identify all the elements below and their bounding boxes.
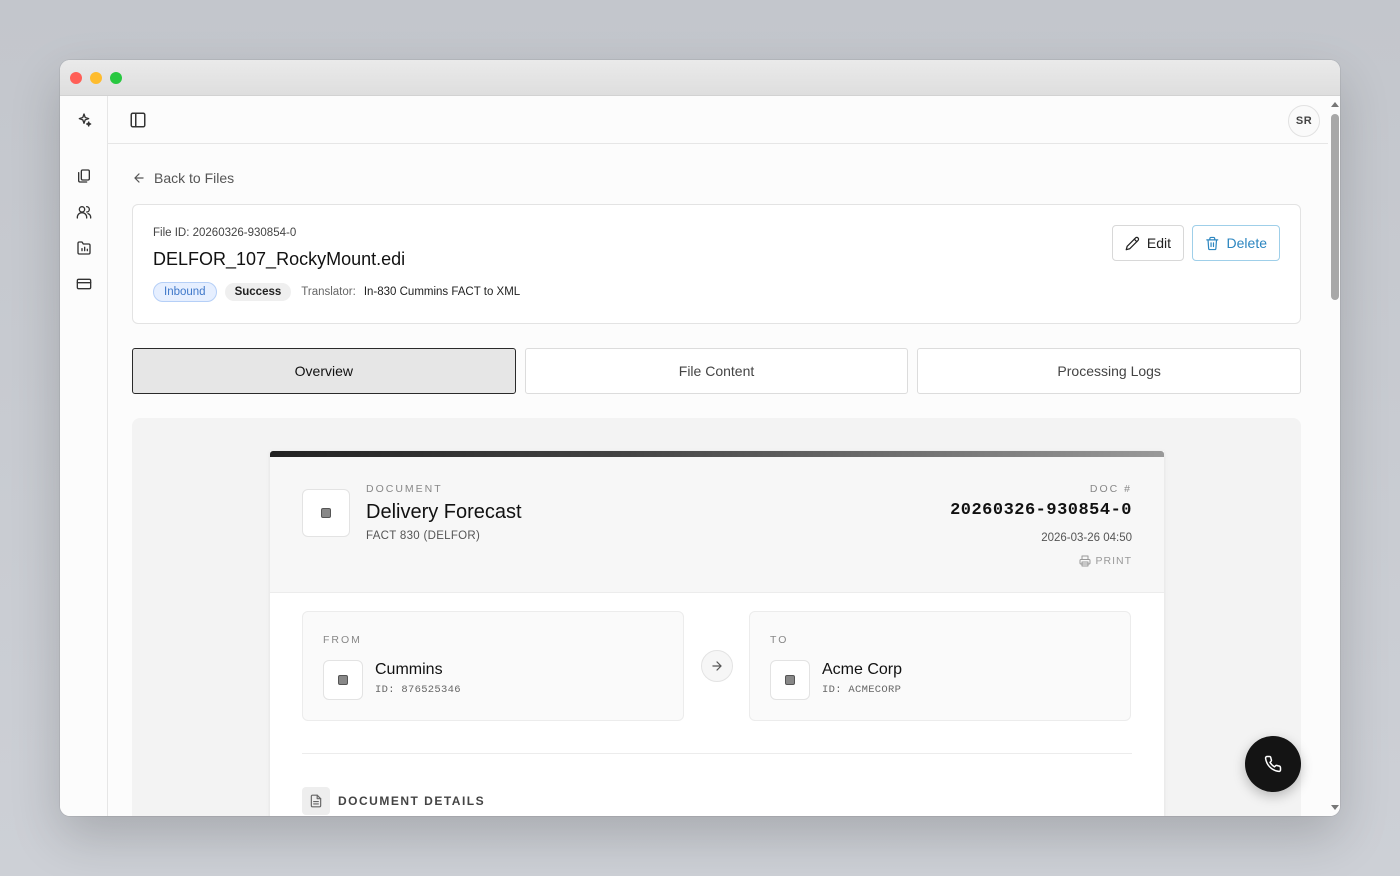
- document-details-heading: DOCUMENT DETAILS: [302, 787, 485, 815]
- document-chip-icon: [302, 489, 350, 537]
- file-header-card: File ID: 20260326-930854-0 DELFOR_107_Ro…: [132, 204, 1301, 324]
- print-button[interactable]: PRINT: [1079, 555, 1133, 567]
- back-label: Back to Files: [154, 170, 235, 186]
- user-avatar[interactable]: SR: [1288, 105, 1320, 137]
- tab-file-content[interactable]: File Content: [524, 348, 909, 394]
- sidebar-toggle-icon[interactable]: [129, 111, 147, 129]
- document-header: DOCUMENT Delivery Forecast FACT 830 (DEL…: [270, 457, 1164, 593]
- section-divider: [302, 753, 1132, 754]
- status-badge: Success: [224, 283, 292, 301]
- main-area: SR Back to Files File ID: 20260326-93085…: [108, 96, 1328, 816]
- file-name: DELFOR_107_RockyMount.edi: [153, 249, 406, 269]
- document-kicker: DOCUMENT: [366, 483, 443, 495]
- doc-date: 2026-03-26 04:50: [1041, 532, 1132, 544]
- document-subtitle: FACT 830 (DELFOR): [366, 530, 481, 542]
- document-title: Delivery Forecast: [366, 501, 522, 523]
- to-label: TO: [770, 634, 789, 646]
- tab-processing-logs[interactable]: Processing Logs: [917, 348, 1302, 394]
- file-text-icon: [302, 787, 330, 815]
- scroll-up-arrow[interactable]: [1331, 102, 1339, 107]
- overview-panel: DOCUMENT Delivery Forecast FACT 830 (DEL…: [132, 418, 1301, 816]
- scroll-down-arrow[interactable]: [1331, 805, 1339, 810]
- minimize-window-button[interactable]: [90, 72, 102, 84]
- from-id: ID: 876525346: [375, 684, 461, 696]
- maximize-window-button[interactable]: [110, 72, 122, 84]
- close-window-button[interactable]: [70, 72, 82, 84]
- document-card: DOCUMENT Delivery Forecast FACT 830 (DEL…: [270, 451, 1164, 816]
- print-label: PRINT: [1095, 555, 1132, 567]
- edit-label: Edit: [1146, 235, 1171, 251]
- scrollbar-thumb[interactable]: [1331, 114, 1339, 300]
- users-icon[interactable]: [75, 203, 93, 221]
- icon-rail: [60, 96, 108, 816]
- document-details-label: DOCUMENT DETAILS: [338, 794, 486, 808]
- edit-button[interactable]: Edit: [1112, 225, 1184, 261]
- delete-button[interactable]: Delete: [1192, 225, 1280, 261]
- trash-icon: [1206, 236, 1219, 250]
- tab-overview[interactable]: Overview: [132, 348, 516, 394]
- from-name: Cummins: [375, 661, 443, 678]
- app-window: SR Back to Files File ID: 20260326-93085…: [60, 60, 1340, 816]
- from-chip-icon: [323, 660, 363, 700]
- translator-value: In-830 Cummins FACT to XML: [363, 286, 521, 298]
- from-label: FROM: [323, 634, 362, 646]
- folder-chart-icon[interactable]: [75, 239, 93, 257]
- translator-label: Translator:: [301, 286, 356, 298]
- direction-badge: Inbound: [153, 282, 217, 302]
- delete-label: Delete: [1226, 235, 1267, 251]
- files-icon[interactable]: [75, 167, 93, 185]
- credit-card-icon[interactable]: [75, 275, 93, 293]
- top-bar: SR: [108, 96, 1328, 144]
- to-name: Acme Corp: [822, 661, 903, 678]
- to-party-card: TO Acme Corp ID: ACMECORP: [749, 611, 1131, 721]
- arrow-left-icon: [134, 173, 144, 183]
- from-party-card: FROM Cummins ID: 876525346: [302, 611, 684, 721]
- doc-number: 20260326-930854-0: [950, 501, 1132, 520]
- phone-icon: [1264, 755, 1282, 773]
- call-support-button[interactable]: [1245, 736, 1301, 792]
- to-id: ID: ACMECORP: [822, 684, 902, 696]
- vertical-scrollbar[interactable]: [1328, 96, 1340, 816]
- file-id: File ID: 20260326-930854-0: [153, 227, 297, 239]
- arrow-right-icon: [701, 650, 733, 682]
- pencil-icon: [1125, 236, 1140, 250]
- to-chip-icon: [770, 660, 810, 700]
- sparkle-icon[interactable]: [75, 111, 93, 129]
- back-to-files-link[interactable]: Back to Files: [132, 170, 234, 186]
- printer-icon: [1079, 555, 1090, 567]
- title-bar: [60, 60, 1340, 96]
- file-badges: Inbound Success Translator: In-830 Cummi…: [153, 282, 520, 302]
- tab-bar: Overview File Content Processing Logs: [132, 348, 1302, 394]
- doc-number-label: DOC #: [1089, 483, 1132, 495]
